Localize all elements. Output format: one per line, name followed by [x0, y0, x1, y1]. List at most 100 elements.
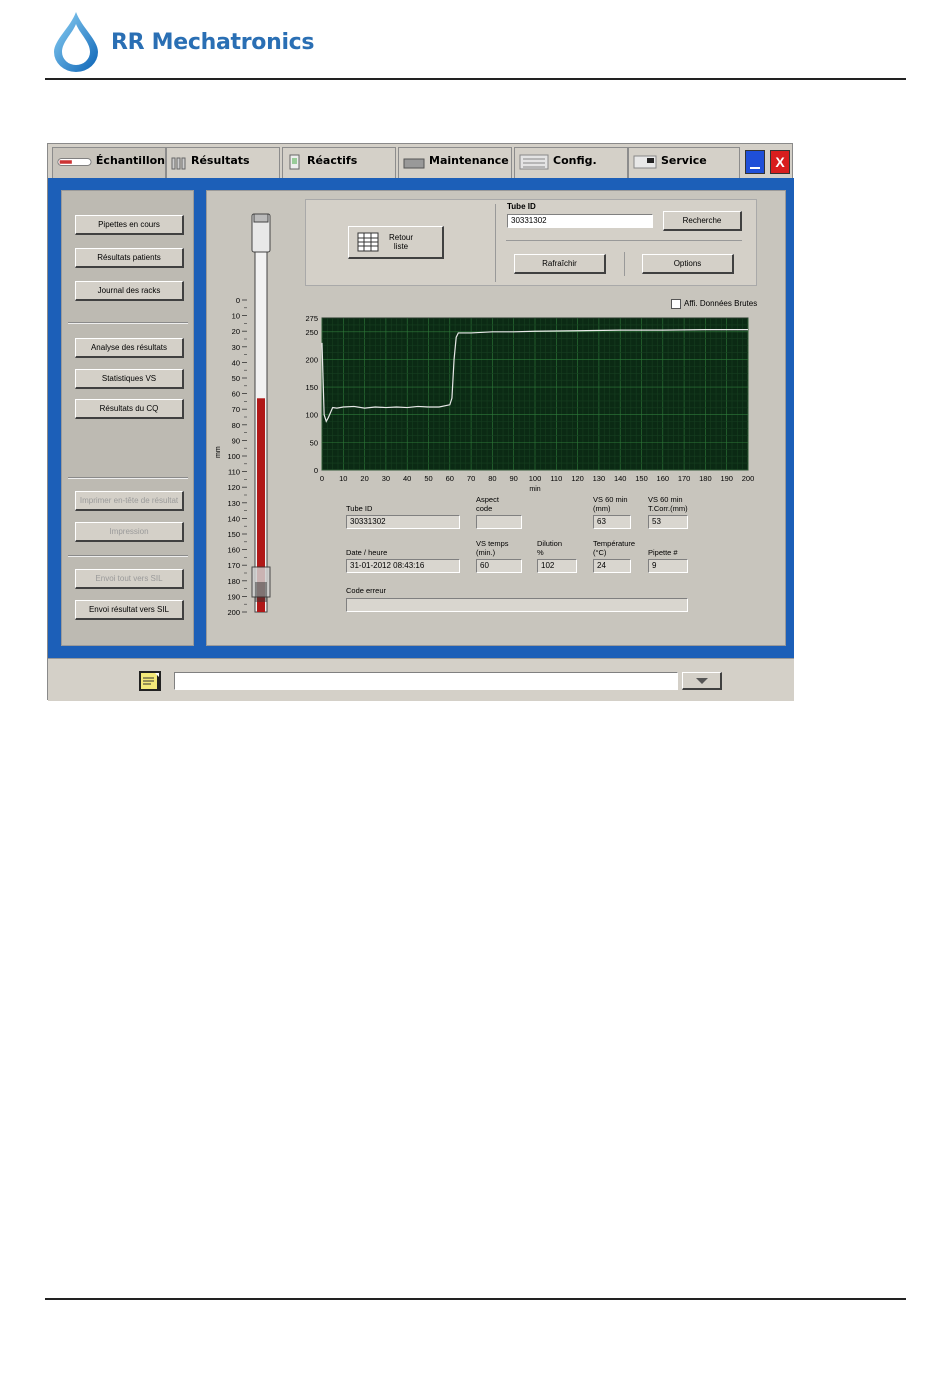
date-field: 31-01-2012 08:43:16 [346, 559, 460, 573]
y-tick-label: 0 [314, 466, 318, 475]
tube-id-search-input[interactable]: 30331302 [507, 214, 653, 228]
imprimer-entete-button[interactable]: Imprimer en-tête de résultat [75, 491, 184, 511]
tube-scale-tick-label: 180 [227, 577, 240, 586]
retour-liste-button[interactable]: Retour liste [348, 226, 444, 259]
envoi-tout-sil-button[interactable]: Envoi tout vers SIL [75, 569, 184, 589]
aspect-code-field [476, 515, 522, 529]
tab-label: Réactifs [307, 154, 358, 167]
x-tick-label: 20 [360, 474, 368, 483]
x-tick-label: 140 [614, 474, 627, 483]
chevron-down-icon [695, 677, 708, 684]
tube-scale-tick-label: 40 [232, 358, 240, 367]
x-tick-label: 90 [510, 474, 518, 483]
tubes-rack-icon [171, 157, 186, 170]
x-tick-label: 190 [720, 474, 733, 483]
dilution-label-2: % [537, 548, 544, 557]
vs60-corr-label-2: T.Corr.(mm) [648, 504, 688, 513]
x-tick-label: 80 [488, 474, 496, 483]
tube-scale-tick-label: 120 [227, 483, 240, 492]
tab-service[interactable]: Service [628, 147, 740, 179]
error-code-label: Code erreur [346, 586, 387, 595]
date-label: Date / heure [346, 548, 388, 557]
minimize-button[interactable] [745, 150, 765, 174]
journal-racks-button[interactable]: Journal des racks [75, 281, 184, 301]
pipettes-en-cours-button[interactable]: Pipettes en cours [75, 215, 184, 235]
x-axis-label: min [529, 486, 540, 493]
drop-logo-icon [54, 12, 98, 72]
tab-echantillon[interactable]: Échantillon [52, 147, 166, 179]
temperature-field: 24 [593, 559, 631, 573]
tube-id-search-label: Tube ID [507, 202, 536, 211]
y-tick-label: 200 [305, 355, 318, 364]
x-tick-label: 50 [424, 474, 432, 483]
resultats-cq-button[interactable]: Résultats du CQ [75, 399, 184, 419]
analyse-resultats-button[interactable]: Analyse des résultats [75, 338, 184, 358]
tube-scale-tick-label: 150 [227, 530, 240, 539]
y-tick-label: 250 [305, 328, 318, 337]
sidebar-divider [68, 322, 188, 324]
vs60-corr-field: 53 [648, 515, 688, 529]
rafraichir-button[interactable]: Rafraîchir [514, 254, 606, 274]
notes-icon[interactable] [138, 670, 162, 692]
footer-rule [45, 1298, 906, 1300]
vs60-corr-label-1: VS 60 min [648, 495, 683, 504]
control-panel: Retour liste Tube ID 30331302 Recherche … [305, 199, 757, 286]
tab-label: Config. [553, 154, 597, 167]
dilution-label-1: Dilution [537, 539, 563, 548]
control-hr [506, 240, 742, 241]
raw-data-checkbox[interactable] [671, 299, 681, 309]
tube-scale-tick-label: 60 [232, 390, 240, 399]
y-tick-label: 50 [310, 438, 318, 447]
tube-scale-tick-label: 80 [232, 421, 240, 430]
tab-label: Résultats [191, 154, 250, 167]
x-tick-label: 60 [446, 474, 454, 483]
tab-reactifs[interactable]: Réactifs [282, 147, 396, 179]
x-tick-label: 200 [742, 474, 755, 483]
status-message-field[interactable] [174, 672, 678, 690]
vs60-label-2: (mm) [593, 504, 611, 513]
temperature-label-1: Température [593, 539, 636, 548]
error-code-field [346, 598, 688, 612]
tube-scale-tick-label: 170 [227, 561, 240, 570]
minimize-icon [750, 167, 760, 169]
envoi-resultat-sil-button[interactable]: Envoi résultat vers SIL [75, 600, 184, 620]
vs-temps-label-2: (min.) [476, 548, 496, 557]
control-divider [624, 252, 625, 276]
tab-config[interactable]: Config. [514, 147, 628, 179]
impression-button[interactable]: Impression [75, 522, 184, 542]
tube-scale-unit: mm [215, 446, 222, 458]
options-button[interactable]: Options [642, 254, 734, 274]
close-button[interactable]: X [770, 150, 790, 174]
tab-label: Service [661, 154, 707, 167]
sample-tube [251, 213, 271, 613]
tab-maintenance[interactable]: Maintenance [398, 147, 512, 179]
aspect-label-2: code [476, 504, 493, 513]
x-tick-label: 110 [550, 474, 562, 483]
list-grid-icon [357, 232, 379, 252]
vs60-label-1: VS 60 min [593, 495, 628, 504]
tube-scale-tick-label: 140 [227, 514, 240, 523]
tube-scale-tick-label: 130 [227, 499, 240, 508]
x-tick-label: 180 [699, 474, 712, 483]
app-window: Échantillon Résultats Réactifs Maintenan… [47, 143, 794, 701]
vs-temps-field: 60 [476, 559, 522, 573]
reagent-bottle-icon [289, 154, 300, 170]
recherche-button[interactable]: Recherche [663, 211, 742, 231]
tube-scale-tick-label: 100 [227, 452, 240, 461]
statistiques-vs-button[interactable]: Statistiques VS [75, 369, 184, 389]
x-tick-label: 150 [635, 474, 648, 483]
resultats-patients-button[interactable]: Résultats patients [75, 248, 184, 268]
tube-scale-tick-label: 20 [232, 327, 240, 336]
x-tick-label: 100 [529, 474, 542, 483]
raw-data-label: Affi. Données Brutes [684, 299, 758, 308]
control-divider [495, 204, 496, 282]
vs-temps-label-1: VS temps [476, 539, 509, 548]
tube-scale-tick-label: 90 [232, 436, 240, 445]
y-tick-label: 275 [305, 314, 318, 323]
temperature-label-2: (°C) [593, 548, 607, 557]
y-tick-label: 100 [305, 411, 318, 420]
x-tick-label: 160 [657, 474, 670, 483]
tab-label: Échantillon [95, 154, 165, 167]
tab-resultats[interactable]: Résultats [166, 147, 280, 179]
status-dropdown-button[interactable] [682, 672, 722, 690]
